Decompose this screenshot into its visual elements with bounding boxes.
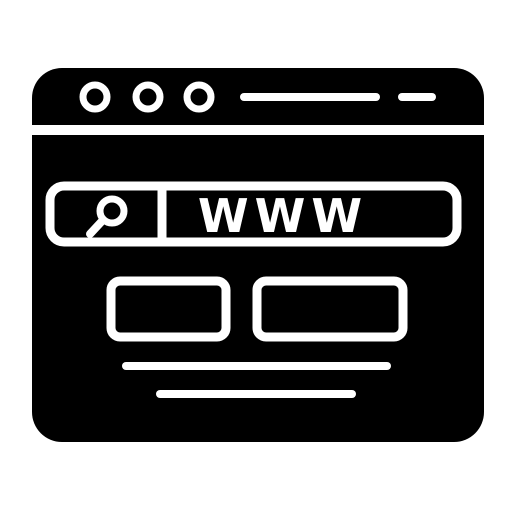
- web-browser-icon: WWW: [0, 0, 512, 512]
- address-bar-url: WWW: [198, 189, 368, 243]
- browser-window-graphic: WWW: [32, 68, 484, 442]
- browser-window-frame: [32, 68, 484, 442]
- title-bar-divider: [32, 125, 484, 135]
